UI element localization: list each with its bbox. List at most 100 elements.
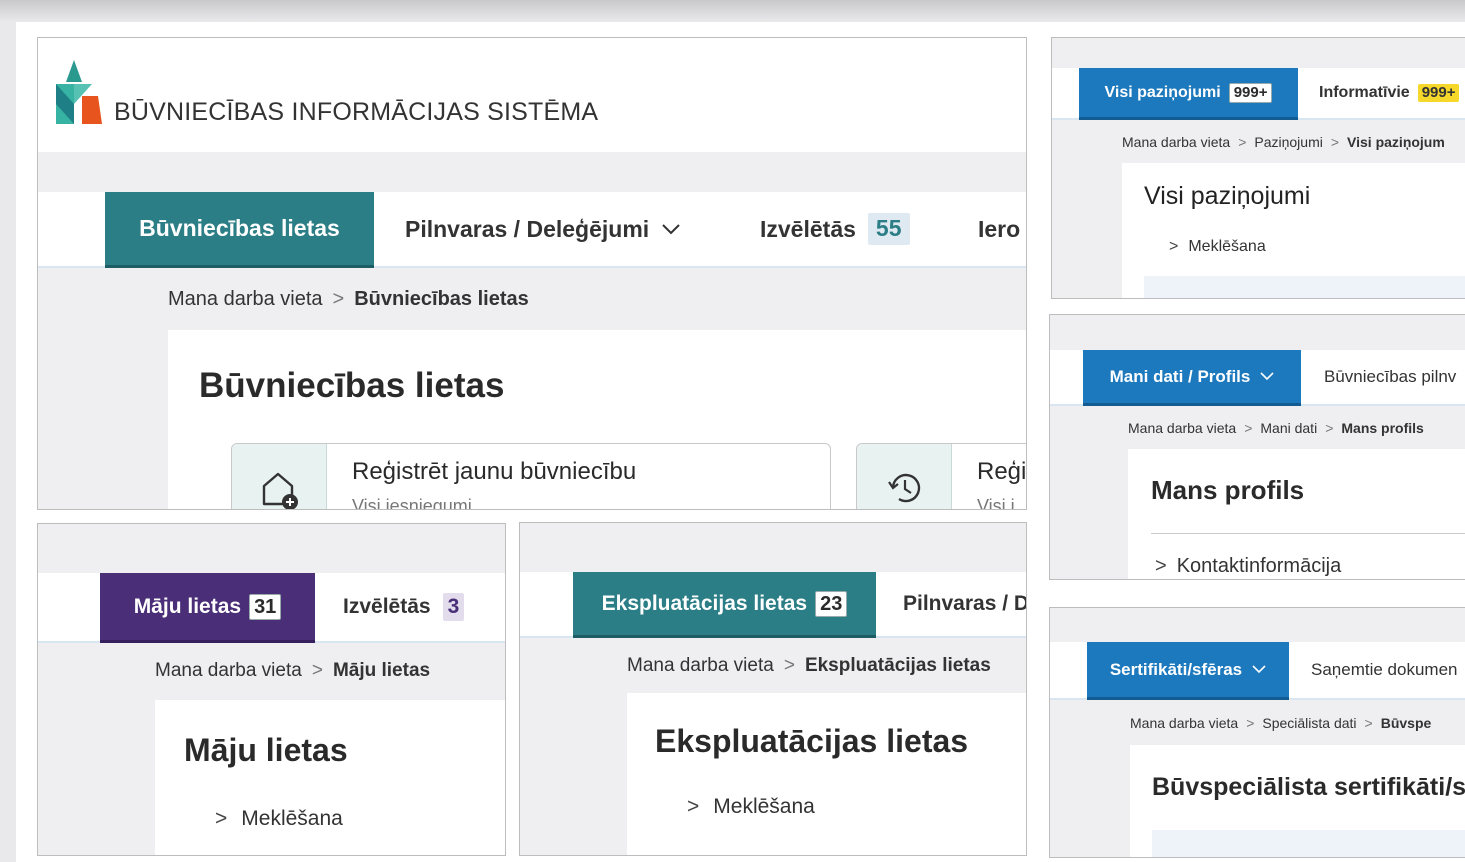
logo-icon — [52, 60, 104, 126]
header-band — [1050, 315, 1465, 350]
tab-label: Ekspluatācijas lietas — [601, 591, 808, 615]
history-icon — [885, 468, 925, 508]
breadcrumb-home-link[interactable]: Mana darba vieta — [1130, 715, 1238, 731]
header-band — [1050, 608, 1465, 642]
panel-pazinojumi: Visi paziņojumi 999+ Informatīvie 999+ M… — [1051, 37, 1465, 299]
card-title: Reģi — [977, 458, 1027, 485]
count-badge: 23 — [815, 590, 848, 617]
screen-shadow — [0, 0, 1465, 22]
tab-visi-pazinojumi[interactable]: Visi paziņojumi 999+ — [1079, 68, 1298, 120]
count-badge: 999+ — [1228, 82, 1273, 103]
breadcrumb-mid-link[interactable]: Speciālista dati — [1262, 715, 1356, 731]
chevron-right-icon: > — [1244, 420, 1253, 436]
tab-buvniecibas-pilnvaras[interactable]: Būvniecības pilnv — [1324, 350, 1456, 404]
search-expander[interactable]: > Meklēšana — [215, 807, 343, 831]
content-card — [155, 700, 505, 855]
panel-maju-lietas: Māju lietas 31 Izvēlētās 3 Mana darba vi… — [37, 523, 506, 856]
breadcrumb-home-link[interactable]: Mana darba vieta — [1128, 420, 1236, 436]
panel-buvniecibas: BŪVNIECĪBAS INFORMĀCIJAS SISTĒMA Būvniec… — [37, 37, 1027, 510]
content-card — [627, 693, 1026, 855]
page-title: Visi paziņojumi — [1144, 182, 1311, 210]
tab-maju-lietas[interactable]: Māju lietas 31 — [100, 573, 315, 643]
nav: Ekspluatācijas lietas 23 Pilnvaras / D — [520, 572, 1026, 638]
tab-izveletas[interactable]: Izvēlētās 3 — [343, 573, 465, 641]
header-band — [38, 152, 1026, 192]
breadcrumb-mid-link[interactable]: Paziņojumi — [1254, 134, 1322, 150]
tab-pilnvaras[interactable]: Pilnvaras / D — [903, 572, 1027, 636]
tab-label: Iero — [978, 215, 1021, 242]
divider — [1151, 533, 1465, 534]
tab-pilnvaras[interactable]: Pilnvaras / Deleģējumi — [405, 192, 681, 266]
chevron-down-icon — [1260, 372, 1274, 381]
chevron-right-icon: > — [1155, 555, 1167, 577]
register-card-2[interactable]: Reģi Visi i — [856, 443, 1027, 510]
nav: Māju lietas 31 Izvēlētās 3 — [38, 573, 505, 643]
count-badge: 31 — [249, 593, 282, 620]
breadcrumb-current: Visi paziņojum — [1347, 134, 1445, 150]
tab-ierosinajumi[interactable]: Iero — [978, 192, 1020, 266]
breadcrumb-home-link[interactable]: Mana darba vieta — [1122, 134, 1230, 150]
breadcrumb-mid-link[interactable]: Mani dati — [1260, 420, 1317, 436]
breadcrumb: Mana darba vieta > Māju lietas — [155, 660, 430, 682]
count-badge: 999+ — [1417, 84, 1460, 102]
tab-informativie[interactable]: Informatīvie 999+ — [1319, 68, 1460, 118]
chevron-down-icon — [661, 223, 681, 235]
card-subtitle: Visi i — [977, 496, 1015, 510]
breadcrumb-home-link[interactable]: Mana darba vieta — [155, 660, 302, 682]
chevron-down-icon — [1252, 665, 1266, 674]
tab-mani-dati-profils[interactable]: Mani dati / Profils — [1083, 350, 1301, 406]
nav: Mani dati / Profils Būvniecības pilnv — [1050, 350, 1465, 406]
tab-label: Būvniecības pilnv — [1324, 367, 1457, 386]
contact-info-expander[interactable]: > Kontaktinformācija — [1155, 555, 1341, 578]
chevron-right-icon: > — [687, 795, 700, 818]
search-label: Meklēšana — [241, 807, 343, 830]
chevron-right-icon: > — [1364, 715, 1373, 731]
chevron-right-icon: > — [1325, 420, 1334, 436]
chevron-right-icon: > — [215, 807, 228, 830]
tab-ekspluatacijas-lietas[interactable]: Ekspluatācijas lietas 23 — [573, 572, 876, 638]
chevron-right-icon: > — [1330, 134, 1340, 150]
tab-label: Mani dati / Profils — [1109, 366, 1251, 386]
tab-label: Māju lietas — [133, 594, 242, 618]
nav: Sertifikāti/sfēras Saņemtie dokumen — [1050, 642, 1465, 700]
tab-izveletas[interactable]: Izvēlētās 55 — [760, 192, 910, 266]
page-title: Būvniecības lietas — [199, 366, 505, 405]
results-strip — [1152, 830, 1465, 857]
tab-buvniecibas-lietas[interactable]: Būvniecības lietas — [105, 192, 374, 268]
card-subtitle: Visi iesniegumi — [352, 496, 472, 510]
chevron-right-icon: > — [1169, 238, 1179, 255]
breadcrumb-current: Būvniecības lietas — [354, 288, 529, 310]
chevron-right-icon: > — [332, 288, 345, 310]
search-expander[interactable]: > Meklēšana — [687, 795, 815, 819]
nav: Visi paziņojumi 999+ Informatīvie 999+ — [1052, 68, 1465, 120]
panel-ekspluatacijas-lietas: Ekspluatācijas lietas 23 Pilnvaras / D M… — [519, 522, 1027, 856]
breadcrumb-home-link[interactable]: Mana darba vieta — [627, 655, 774, 677]
register-new-card[interactable]: Reģistrēt jaunu būvniecību Visi iesniegu… — [231, 443, 831, 510]
tab-label: Sertifikāti/sfēras — [1109, 659, 1243, 679]
chevron-right-icon: > — [783, 655, 795, 676]
card-title: Reģistrēt jaunu būvniecību — [352, 458, 637, 485]
breadcrumb-current: Māju lietas — [332, 660, 431, 681]
search-label: Meklēšana — [1188, 238, 1266, 255]
logo-text: BŪVNIECĪBAS INFORMĀCIJAS SISTĒMA — [114, 98, 599, 126]
chevron-right-icon: > — [1238, 134, 1247, 150]
main-nav: Būvniecības lietas Pilnvaras / Deleģējum… — [38, 192, 1026, 268]
panel-profils: Mani dati / Profils Būvniecības pilnv Ma… — [1049, 314, 1465, 580]
header-band — [38, 524, 505, 573]
tab-label: Pilnvaras / D — [903, 592, 1027, 615]
breadcrumb: Mana darba vieta > Paziņojumi > Visi paz… — [1122, 134, 1445, 150]
tab-sanemtie-dokumenti[interactable]: Saņemtie dokumen — [1311, 642, 1457, 698]
search-expander[interactable]: > Meklēšana — [1169, 238, 1266, 256]
breadcrumb-current: Ekspluatācijas lietas — [804, 655, 991, 676]
card-icon-area — [232, 444, 327, 509]
header-band — [1052, 38, 1465, 68]
card-icon-area — [857, 444, 952, 509]
tab-sertifikati-sferas[interactable]: Sertifikāti/sfēras — [1087, 642, 1289, 700]
header-band — [520, 523, 1026, 572]
breadcrumb-home-link[interactable]: Mana darba vieta — [168, 288, 323, 311]
chevron-right-icon: > — [311, 660, 323, 681]
tab-label: Saņemtie dokumen — [1311, 660, 1458, 679]
page-title: Ekspluatācijas lietas — [655, 723, 969, 759]
count-badge: 55 — [867, 213, 910, 245]
breadcrumb: Mana darba vieta > Speciālista dati > Bū… — [1130, 715, 1431, 731]
